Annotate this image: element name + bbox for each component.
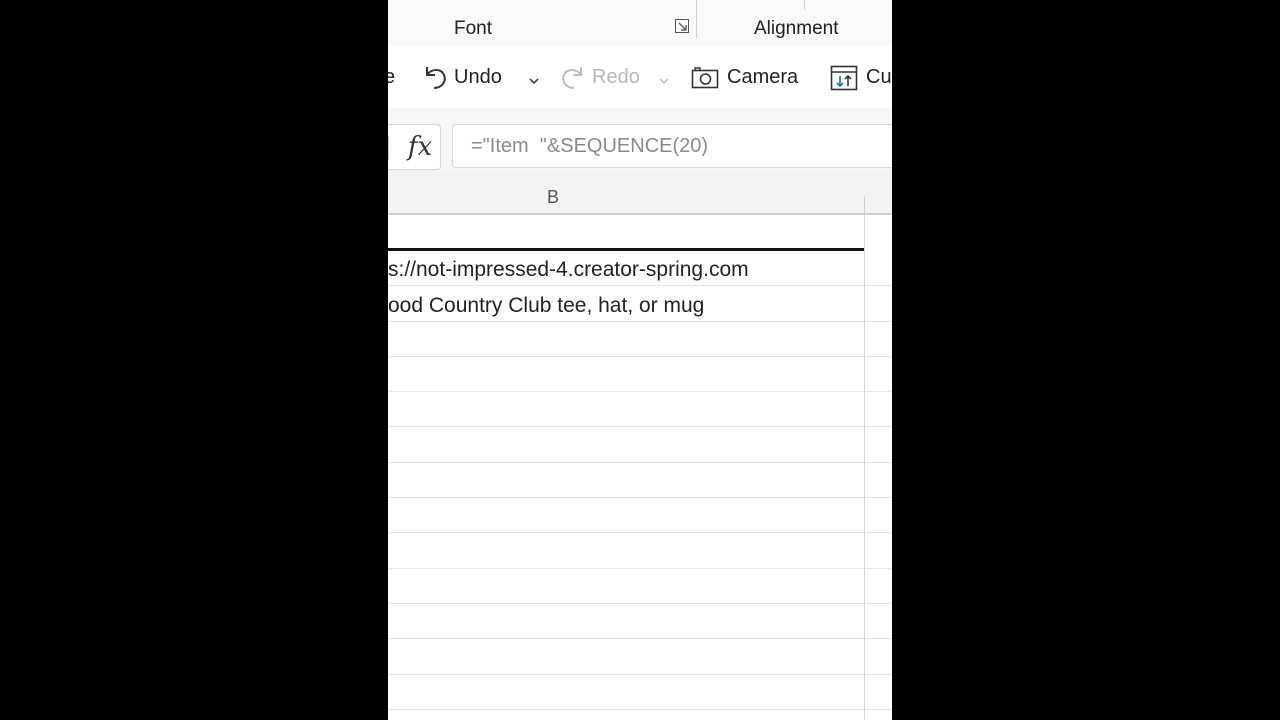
dialog-launcher-icon[interactable] bbox=[675, 19, 689, 33]
custom-view-icon bbox=[830, 63, 858, 91]
table-row[interactable] bbox=[388, 533, 892, 569]
cell-bottom-border bbox=[388, 248, 865, 251]
redo-icon bbox=[560, 63, 586, 91]
custom-views-label: Cu bbox=[866, 65, 892, 88]
cell-b-value: ood Country Club tee, hat, or mug bbox=[388, 293, 705, 317]
formula-bar-divider bbox=[388, 137, 389, 159]
table-row[interactable] bbox=[388, 428, 892, 463]
table-row[interactable] bbox=[388, 392, 892, 428]
cell-b-value: s://not-impressed-4.creator-spring.com bbox=[388, 258, 749, 282]
table-row[interactable] bbox=[388, 463, 892, 499]
camera-button[interactable]: Camera bbox=[691, 62, 798, 92]
undo-button[interactable]: Undo bbox=[422, 62, 502, 92]
column-divider bbox=[864, 196, 865, 215]
undo-icon bbox=[422, 63, 448, 91]
camera-icon bbox=[691, 65, 719, 89]
formula-bar: fx ="Item "&SEQUENCE(20) bbox=[388, 108, 892, 170]
ribbon-group-font-label: Font bbox=[454, 18, 493, 39]
quick-access-toolbar: e Undo Redo Camera Cu bbox=[388, 46, 892, 108]
table-row[interactable]: ood Country Club tee, hat, or mug bbox=[388, 286, 892, 322]
table-row[interactable] bbox=[388, 569, 892, 604]
sheet-grid[interactable]: s://not-impressed-4.creator-spring.com oo… bbox=[388, 215, 892, 720]
redo-label: Redo bbox=[592, 65, 640, 88]
camera-label: Camera bbox=[727, 65, 799, 88]
table-row[interactable] bbox=[388, 675, 892, 710]
table-row[interactable]: s://not-impressed-4.creator-spring.com bbox=[388, 251, 892, 287]
undo-label: Undo bbox=[454, 65, 502, 88]
column-header-b[interactable]: B bbox=[547, 187, 559, 208]
custom-views-button[interactable]: Cu bbox=[830, 62, 892, 92]
table-row[interactable] bbox=[388, 639, 892, 675]
table-row[interactable] bbox=[388, 604, 892, 640]
redo-button[interactable]: Redo bbox=[560, 62, 640, 92]
ribbon-group-labels: Font Alignment bbox=[388, 0, 892, 46]
column-header-row: B bbox=[388, 170, 892, 215]
table-row[interactable] bbox=[388, 357, 892, 393]
table-row[interactable] bbox=[388, 215, 892, 251]
insert-function-button[interactable]: fx bbox=[388, 124, 441, 170]
ribbon-group-divider bbox=[804, 0, 805, 10]
excel-window: Font Alignment e Undo Redo Camera Cu fx … bbox=[388, 0, 892, 720]
formula-input[interactable]: ="Item "&SEQUENCE(20) bbox=[452, 124, 892, 168]
truncated-toolbar-item[interactable]: e bbox=[388, 62, 395, 92]
ribbon-group-alignment-label: Alignment bbox=[754, 18, 839, 39]
chevron-down-icon[interactable] bbox=[658, 66, 670, 96]
table-row[interactable] bbox=[388, 498, 892, 534]
ribbon-group-divider bbox=[696, 0, 697, 38]
chevron-down-icon[interactable] bbox=[528, 66, 540, 96]
fx-icon: fx bbox=[407, 132, 433, 162]
column-gridline bbox=[864, 215, 865, 720]
table-row[interactable] bbox=[388, 322, 892, 357]
